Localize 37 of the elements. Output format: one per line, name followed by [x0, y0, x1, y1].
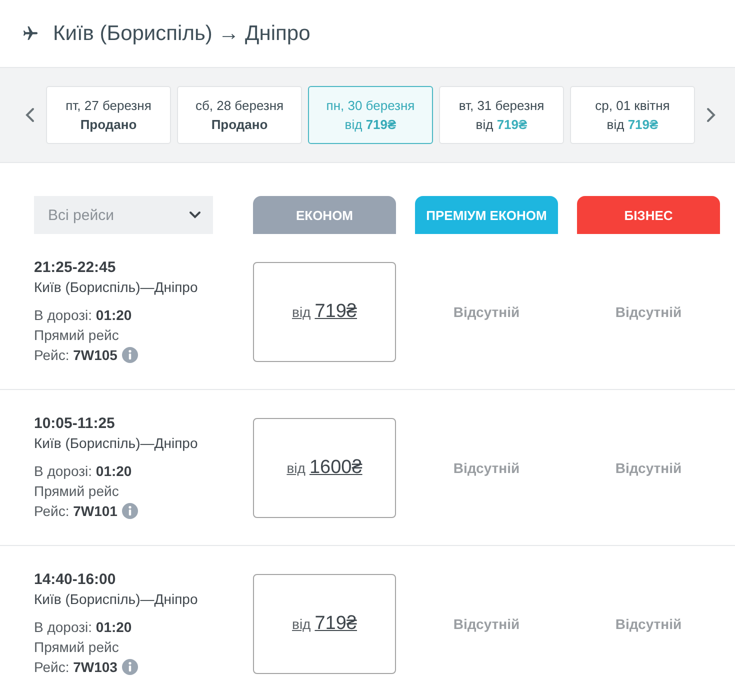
- flight-number: Рейс: 7W105: [34, 346, 118, 365]
- flight-time: 21:25-22:45: [34, 258, 116, 277]
- flight-route: Київ (Бориспіль)—Дніпро: [34, 434, 198, 453]
- fare-class-header: ЕКОНОМ: [253, 196, 396, 234]
- date-tab[interactable]: ср, 01 квітня від 719₴: [570, 86, 695, 144]
- flight-duration: В дорозі: 01:20: [34, 306, 132, 325]
- fare-price-button[interactable]: від 719₴: [253, 574, 396, 674]
- info-icon[interactable]: [122, 503, 138, 519]
- flight-type: Прямий рейс: [34, 638, 119, 657]
- flight-number: Рейс: 7W103: [34, 658, 118, 677]
- flight-time: 14:40-16:00: [34, 570, 116, 589]
- flight-route: Київ (Бориспіль)—Дніпро: [34, 278, 198, 297]
- date-tab[interactable]: сб, 28 березня Продано: [177, 86, 302, 144]
- flight-duration: В дорозі: 01:20: [34, 618, 132, 637]
- unavailable-label: Відсутній: [614, 616, 683, 632]
- date-tab[interactable]: пт, 27 березня Продано: [46, 86, 171, 144]
- unavailable-label: Відсутній: [452, 460, 521, 476]
- flight-duration: В дорозі: 01:20: [34, 462, 132, 481]
- fare-price-button[interactable]: від 1600₴: [253, 418, 396, 518]
- unavailable-label: Відсутній: [452, 616, 521, 632]
- fare-class-header: БІЗНЕС: [577, 196, 720, 234]
- flight-time: 10:05-11:25: [34, 414, 115, 433]
- info-icon[interactable]: [122, 659, 138, 675]
- flight-number: Рейс: 7W101: [34, 502, 118, 521]
- unavailable-label: Відсутній: [614, 304, 683, 320]
- unavailable-label: Відсутній: [614, 460, 683, 476]
- fare-class-header: ПРЕМІУМ ЕКОНОМ: [415, 196, 558, 234]
- unavailable-label: Відсутній: [452, 304, 521, 320]
- chevron-down-icon: [189, 211, 201, 219]
- flight-type: Прямий рейс: [34, 326, 119, 345]
- route-title: Київ (Бориспіль) → Дніпро: [53, 22, 310, 46]
- airplane-icon: [22, 25, 39, 42]
- info-icon[interactable]: [122, 347, 138, 363]
- date-tab[interactable]: вт, 31 березня від 719₴: [439, 86, 564, 144]
- fare-price-button[interactable]: від 719₴: [253, 262, 396, 362]
- flight-type: Прямий рейс: [34, 482, 119, 501]
- flight-route: Київ (Бориспіль)—Дніпро: [34, 590, 198, 609]
